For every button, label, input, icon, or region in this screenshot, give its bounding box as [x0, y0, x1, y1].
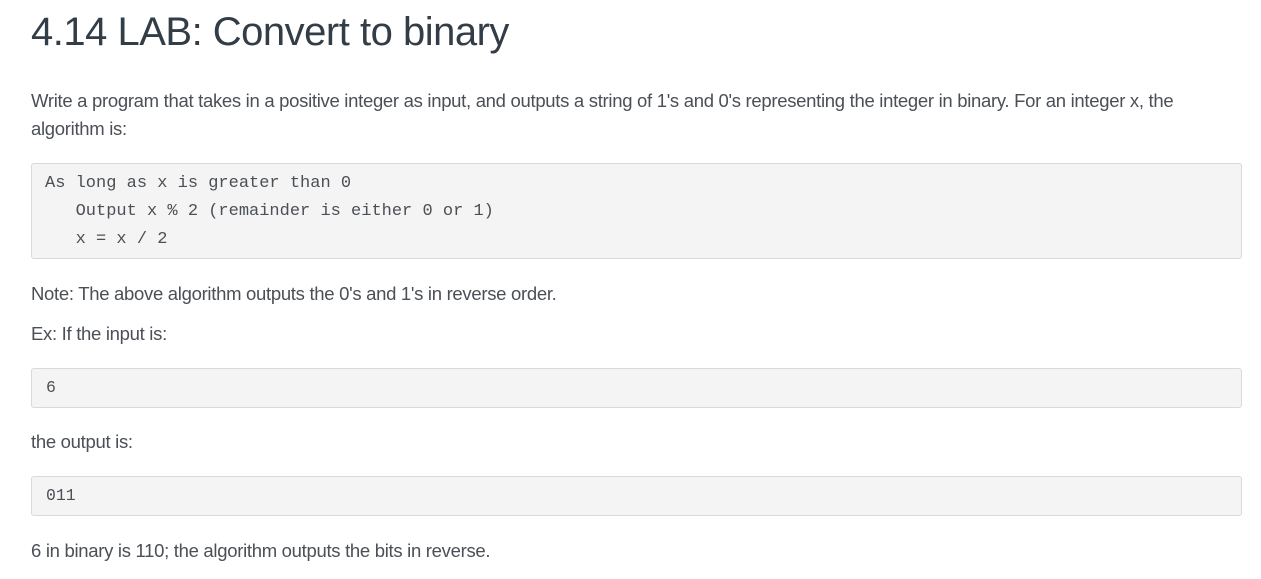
example-intro: Ex: If the input is:	[31, 323, 167, 344]
example-output-block: 011	[31, 476, 1242, 516]
algorithm-line: As long as x is greater than 0	[45, 174, 352, 193]
algorithm-line: Output x % 2 (remainder is either 0 or 1…	[45, 202, 494, 221]
algorithm-code-block: As long as x is greater than 0 Output x …	[31, 163, 1242, 259]
intro-paragraph: Write a program that takes in a positive…	[31, 90, 1174, 139]
algorithm-line: x = x / 2	[45, 230, 168, 249]
explanation-paragraph: 6 in binary is 110; the algorithm output…	[31, 540, 491, 561]
note-paragraph: Note: The above algorithm outputs the 0'…	[31, 283, 557, 304]
example-input-block: 6	[31, 368, 1242, 408]
page-title: 4.14 LAB: Convert to binary	[31, 10, 509, 54]
output-label: the output is:	[31, 431, 133, 452]
